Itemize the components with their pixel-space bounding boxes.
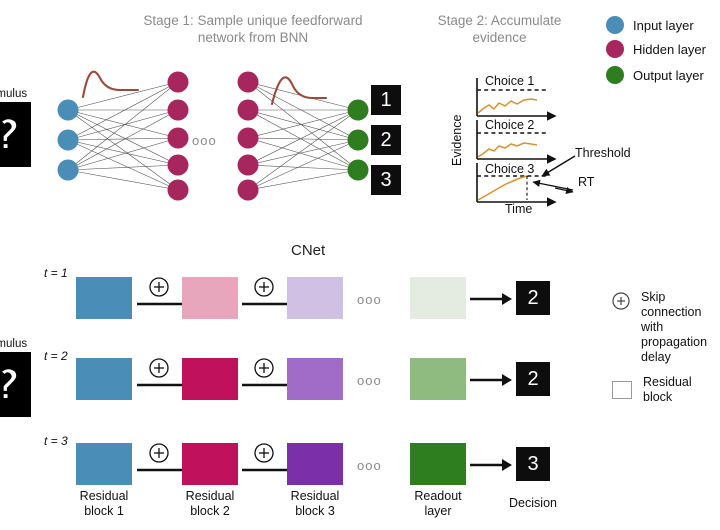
evidence-panel-choice-2: Choice 2 — [476, 118, 557, 164]
rt-annotation-label: RT — [578, 175, 595, 189]
legend-label-residual-block: Residual block — [643, 375, 692, 404]
cnet-ellipsis-row1: ooo — [357, 292, 382, 307]
legend-label-hidden-layer: Hidden layer — [633, 41, 706, 57]
cnet-decision-row3: 3 — [516, 447, 550, 481]
column-label-residual-block-3: Residual block 3 — [275, 489, 355, 519]
bnn-decision-box-2: 2 — [371, 125, 401, 155]
evidence-plot-svg: Choice 1 Choice 2 Choice 3 Evidence Time — [450, 74, 576, 216]
bnn-left-hidden-nodes — [167, 71, 189, 201]
column-label-decision: Decision — [493, 496, 573, 511]
stimulus-image-bottom — [0, 352, 31, 417]
readout-layer-row3 — [410, 443, 466, 485]
evidence-ylabel: Evidence — [450, 115, 464, 166]
residual-block-3-row3 — [287, 443, 343, 485]
legend-notation: Skip connection with propagation delay R… — [612, 290, 720, 405]
plus-circle-icon — [612, 292, 630, 310]
residual-block-2-row1 — [182, 277, 238, 319]
mnist-digit-icon — [0, 112, 31, 157]
skip-line-1: Skip connection — [641, 290, 702, 319]
skip-line-2: with propagation — [641, 320, 708, 349]
evidence-panel-choice-1: Choice 1 — [476, 74, 557, 121]
column-label-line: block 1 — [84, 504, 124, 518]
column-label-line: block 3 — [295, 504, 335, 518]
evidence-accumulation-plot: Choice 1 Choice 2 Choice 3 Evidence Time — [445, 68, 645, 216]
cnet-time-label-row1: t = 1 — [44, 266, 68, 280]
cnet-ellipsis-row2: ooo — [357, 373, 382, 388]
legend-label-skip-connection: Skip connection with propagation delay — [641, 290, 720, 365]
rt-arrow-left-icon — [532, 179, 574, 191]
column-label-line: Residual — [290, 489, 340, 503]
stimulus-image-top — [0, 102, 31, 167]
svg-text:Choice 3: Choice 3 — [485, 162, 534, 176]
bnn-decision-box-1: 1 — [371, 85, 401, 115]
bnn-network-left — [50, 62, 215, 201]
column-label-residual-block-2: Residual block 2 — [170, 489, 250, 519]
cnet-time-label-row2: t = 2 — [44, 349, 68, 363]
legend-label-input-layer: Input layer — [633, 17, 694, 33]
stage2-title: Stage 2: Accumulate evidence — [437, 13, 562, 45]
svg-text:Choice 2: Choice 2 — [485, 118, 534, 132]
residual-block-1-row1 — [76, 277, 132, 319]
legend-item-residual-block: Residual block — [612, 375, 720, 405]
residual-block-2-row3 — [182, 443, 238, 485]
input-layer-dot-icon — [606, 16, 624, 34]
stage1-title: Stage 1: Sample unique feedforward netwo… — [143, 13, 363, 45]
evidence-panel-choice-3: Choice 3 — [476, 162, 557, 207]
stimulus-label-top: Stimulus — [0, 88, 28, 100]
readout-layer-row1 — [410, 277, 466, 319]
bnn-right-hidden-nodes — [237, 71, 259, 201]
residual-block-1-row3 — [76, 443, 132, 485]
bnn-left-edges — [57, 70, 189, 201]
cnet-time-label-row3: t = 3 — [44, 434, 68, 448]
legend-item-input-layer: Input layer — [606, 14, 706, 36]
decision-arrow-row3 — [468, 456, 516, 474]
stimulus-label-bottom: Stimulus — [0, 338, 28, 350]
column-label-line: block 2 — [190, 504, 230, 518]
cnet-ellipsis-row3: ooo — [357, 458, 382, 473]
bnn-right-output-nodes — [347, 99, 369, 181]
column-label-line: Readout — [414, 489, 462, 503]
readout-layer-row2 — [410, 358, 466, 400]
column-label-line: Residual — [79, 489, 129, 503]
cnet-decision-row2: 2 — [516, 362, 550, 396]
cnet-decision-row1: 2 — [516, 281, 550, 315]
column-label-residual-block-1: Residual block 1 — [64, 489, 144, 519]
bnn-decision-box-3: 3 — [371, 165, 401, 195]
residual-block-3-row1 — [287, 277, 343, 319]
skip-line-3: delay — [641, 350, 671, 364]
svg-text:Choice 1: Choice 1 — [485, 74, 534, 88]
cnet-title: CNet — [291, 242, 326, 259]
weight-distribution-curve-left — [81, 70, 140, 99]
decision-arrow-row2 — [468, 371, 516, 389]
column-label-line: layer — [424, 504, 452, 518]
decision-arrow-row1 — [468, 290, 516, 308]
threshold-annotation-label: Threshold — [575, 146, 631, 160]
column-label-line: Residual — [185, 489, 235, 503]
legend-item-skip-connection: Skip connection with propagation delay — [612, 290, 720, 365]
residual-block-1-row2 — [76, 358, 132, 400]
residual-block-swatch-icon — [612, 381, 632, 399]
legend-item-hidden-layer: Hidden layer — [606, 36, 706, 62]
residual-block-2-row2 — [182, 358, 238, 400]
hidden-layer-dot-icon — [606, 40, 624, 58]
column-label-line: Decision — [509, 496, 557, 510]
bnn-ellipsis: ooo — [192, 133, 217, 148]
evidence-xlabel: Time — [505, 202, 532, 216]
residual-block-3-row2 — [287, 358, 343, 400]
bnn-left-input-nodes — [57, 99, 79, 181]
mnist-digit-icon — [0, 362, 31, 407]
column-label-readout-layer: Readout layer — [398, 489, 478, 519]
